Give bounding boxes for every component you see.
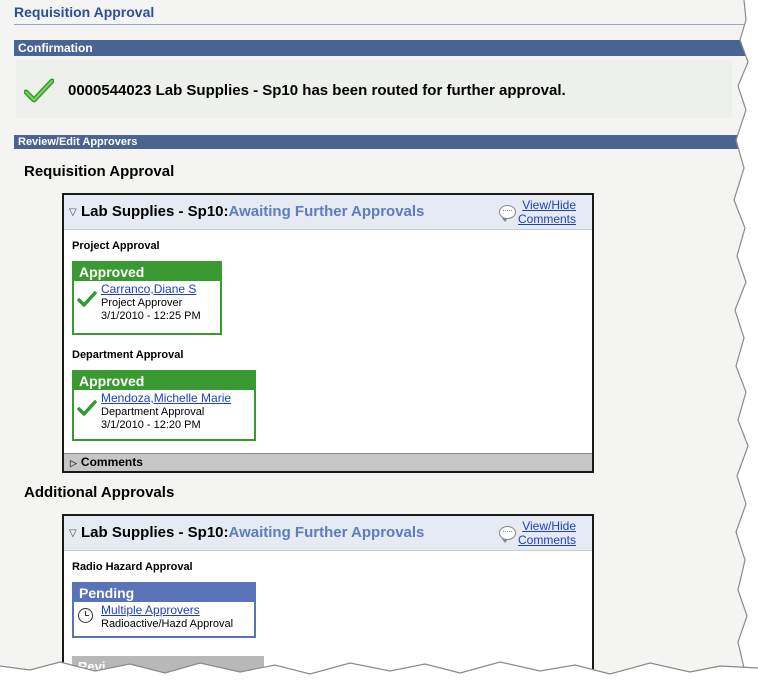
expand-triangle-icon: ▷ (70, 458, 77, 468)
page-title: Requisition Approval (14, 4, 155, 20)
approver-link[interactable]: Carranco,Diane S (101, 282, 196, 296)
panel-title-text: Lab Supplies - Sp10: (81, 203, 229, 220)
approval-card: Pending Multiple Approvers Radioactive/H… (72, 582, 256, 638)
panel-title-text: Lab Supplies - Sp10: (81, 524, 229, 541)
title-divider (14, 24, 744, 25)
panel-header: ▽ Lab Supplies - Sp10:Awaiting Further A… (64, 195, 592, 230)
collapse-triangle-icon[interactable]: ▽ (69, 528, 77, 539)
stage-label: Radio Hazard Approval (72, 561, 193, 573)
approval-datetime: 3/1/2010 - 12:25 PM (101, 310, 201, 322)
approval-datetime: 3/1/2010 - 12:20 PM (101, 419, 201, 431)
check-icon (77, 291, 97, 307)
approver-role: Radioactive/Hazd Approval (101, 618, 234, 630)
approval-status: Approved (74, 372, 254, 390)
collapse-triangle-icon[interactable]: ▽ (69, 207, 77, 218)
view-hide-link-line2[interactable]: Comments (518, 212, 576, 226)
panel-status: Awaiting Further Approvals (228, 203, 425, 220)
approver-role: Department Approval (101, 406, 205, 418)
view-hide-comments-link[interactable]: View/Hide Comments (518, 519, 576, 547)
approval-card: Approved Carranco,Diane S Project Approv… (72, 261, 222, 335)
page: Requisition Approval Confirmation 000054… (0, 0, 758, 684)
clock-icon (78, 608, 93, 623)
check-icon (77, 400, 97, 416)
requisition-approval-heading: Requisition Approval (24, 163, 175, 180)
view-hide-link-line1[interactable]: View/Hide (518, 198, 576, 212)
comments-toggle[interactable]: ▷ Comments (64, 453, 592, 471)
approval-panel: ▽ Lab Supplies - Sp10:Awaiting Further A… (62, 193, 594, 473)
approver-link[interactable]: Multiple Approvers (101, 603, 200, 617)
torn-edge-bottom (0, 661, 758, 684)
panel-status: Awaiting Further Approvals (228, 524, 425, 541)
panel-title: Lab Supplies - Sp10:Awaiting Further App… (81, 203, 424, 220)
approval-card: Approved Mendoza,Michelle Marie Departme… (72, 370, 256, 441)
view-hide-link-line2[interactable]: Comments (518, 533, 576, 547)
comments-label: Comments (80, 455, 143, 469)
approver-link[interactable]: Mendoza,Michelle Marie (101, 391, 231, 405)
approval-status: Pending (74, 584, 254, 602)
check-icon (24, 78, 54, 103)
approval-status: Approved (74, 263, 220, 281)
view-hide-comments-link[interactable]: View/Hide Comments (518, 198, 576, 226)
additional-approvals-heading: Additional Approvals (24, 484, 175, 501)
review-edit-approvers-bar: Review/Edit Approvers (14, 135, 758, 149)
comment-bubble-icon[interactable] (499, 526, 516, 543)
comment-bubble-icon[interactable] (499, 205, 516, 222)
confirmation-message: 0000544023 Lab Supplies - Sp10 has been … (68, 82, 566, 99)
stage-label: Department Approval (72, 349, 184, 361)
stage-label: Project Approval (72, 240, 160, 252)
view-hide-link-line1[interactable]: View/Hide (518, 519, 576, 533)
panel-header: ▽ Lab Supplies - Sp10:Awaiting Further A… (64, 516, 592, 551)
torn-edge-right (733, 0, 758, 684)
panel-title: Lab Supplies - Sp10:Awaiting Further App… (81, 524, 424, 541)
confirmation-bar: Confirmation (14, 40, 758, 56)
approver-role: Project Approver (101, 297, 183, 309)
